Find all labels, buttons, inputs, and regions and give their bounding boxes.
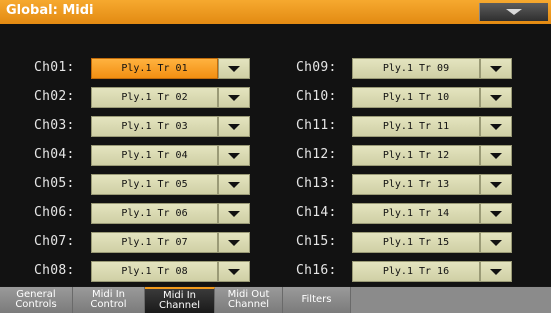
channel-row-11: Ch11: Ply.1 Tr 11 xyxy=(0,116,551,137)
chevron-down-icon xyxy=(490,211,502,217)
chevron-down-icon xyxy=(490,182,502,188)
channel-label: Ch15: xyxy=(296,234,337,249)
page-title: Global: Midi xyxy=(6,3,94,18)
channel-label: Ch11: xyxy=(296,118,337,133)
dropdown-triangle-icon xyxy=(506,9,522,15)
channel-label: Ch10: xyxy=(296,89,337,104)
channel-label: Ch13: xyxy=(296,176,337,191)
channel-dropdown-button[interactable] xyxy=(480,116,512,137)
channel-dropdown-button[interactable] xyxy=(480,261,512,282)
channel-dropdown-button[interactable] xyxy=(480,232,512,253)
channel-assignment-field[interactable]: Ply.1 Tr 16 xyxy=(352,261,480,282)
tab-filters[interactable]: Filters xyxy=(283,287,351,313)
channel-assignment-field[interactable]: Ply.1 Tr 09 xyxy=(352,58,480,79)
channel-label: Ch14: xyxy=(296,205,337,220)
channel-panel: Ch01: Ply.1 Tr 01 Ch02: Ply.1 Tr 02 Ch03… xyxy=(0,24,551,286)
channel-label: Ch12: xyxy=(296,147,337,162)
channel-dropdown-button[interactable] xyxy=(480,203,512,224)
channel-row-13: Ch13: Ply.1 Tr 13 xyxy=(0,174,551,195)
tab-bar: General Controls Midi In Control Midi In Ch… xyxy=(0,287,551,313)
chevron-down-icon xyxy=(490,269,502,275)
chevron-down-icon xyxy=(490,124,502,130)
channel-assignment-field[interactable]: Ply.1 Tr 11 xyxy=(352,116,480,137)
channel-row-14: Ch14: Ply.1 Tr 14 xyxy=(0,203,551,224)
channel-row-10: Ch10: Ply.1 Tr 10 xyxy=(0,87,551,108)
page-menu-button[interactable] xyxy=(479,3,548,21)
channel-row-16: Ch16: Ply.1 Tr 16 xyxy=(0,261,551,282)
tab-midi-in-channel[interactable]: Midi In Channel xyxy=(145,287,215,313)
channel-dropdown-button[interactable] xyxy=(480,58,512,79)
channel-row-12: Ch12: Ply.1 Tr 12 xyxy=(0,145,551,166)
channel-dropdown-button[interactable] xyxy=(480,174,512,195)
channel-assignment-field[interactable]: Ply.1 Tr 15 xyxy=(352,232,480,253)
chevron-down-icon xyxy=(490,240,502,246)
channel-dropdown-button[interactable] xyxy=(480,87,512,108)
tab-general-controls[interactable]: General Controls xyxy=(0,287,73,313)
channel-assignment-field[interactable]: Ply.1 Tr 10 xyxy=(352,87,480,108)
channel-assignment-field[interactable]: Ply.1 Tr 12 xyxy=(352,145,480,166)
tab-midi-out-channel[interactable]: Midi Out Channel xyxy=(215,287,283,313)
title-bar: Global: Midi xyxy=(0,0,551,24)
channel-label: Ch09: xyxy=(296,60,337,75)
chevron-down-icon xyxy=(490,66,502,72)
chevron-down-icon xyxy=(490,95,502,101)
channel-row-09: Ch09: Ply.1 Tr 09 xyxy=(0,58,551,79)
channel-label: Ch16: xyxy=(296,263,337,278)
channel-assignment-field[interactable]: Ply.1 Tr 13 xyxy=(352,174,480,195)
channel-assignment-field[interactable]: Ply.1 Tr 14 xyxy=(352,203,480,224)
tab-midi-in-control[interactable]: Midi In Control xyxy=(73,287,145,313)
channel-row-15: Ch15: Ply.1 Tr 15 xyxy=(0,232,551,253)
channel-dropdown-button[interactable] xyxy=(480,145,512,166)
chevron-down-icon xyxy=(490,153,502,159)
